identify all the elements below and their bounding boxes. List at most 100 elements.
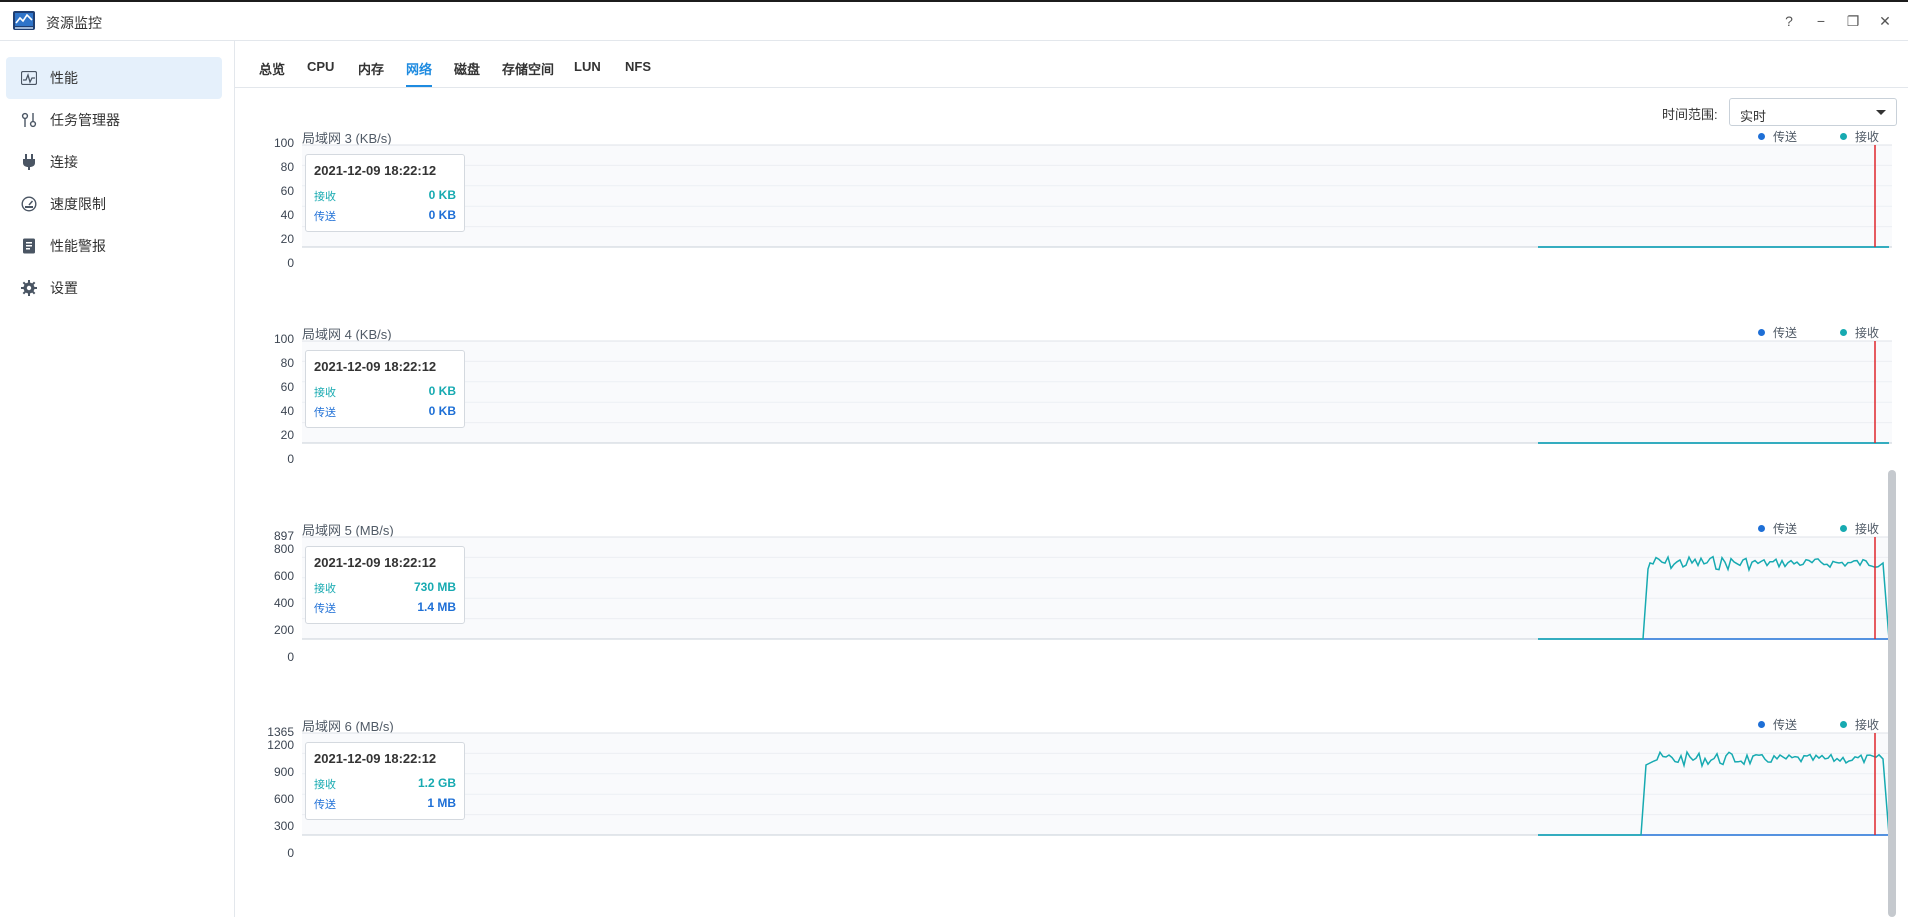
lan3-plot[interactable] [302,143,1892,265]
y-tick: 800 [273,542,294,556]
close-button[interactable]: ✕ [1876,12,1894,30]
tooltip-send-label: 传送 [314,211,336,223]
lan6-plot[interactable] [302,731,1892,853]
tooltip-send-value: 0 KB [428,208,456,222]
lan5-chart: 局域网 5 (MB/s) 传送 接收 897 800 600 400 200 0… [235,520,1895,716]
plot-area [302,145,1892,247]
y-tick: 80 [280,356,294,370]
performance-icon [20,69,38,87]
tooltip-send-label: 传送 [314,799,336,811]
tooltip-send-label: 传送 [314,407,336,419]
sidebar-item-label: 性能 [50,70,78,86]
y-tick: 0 [287,650,294,664]
gear-icon [20,279,38,297]
y-tick: 600 [273,569,294,583]
tooltip-recv-value: 1.2 GB [417,776,456,790]
vertical-scrollbar[interactable] [1888,470,1896,917]
tab-cpu[interactable]: CPU [307,59,334,74]
lan4-plot[interactable] [302,339,1892,461]
tooltip-recv-label: 接收 [314,583,336,595]
y-tick: 60 [280,380,294,394]
sidebar-item-performance[interactable]: 性能 [6,57,222,99]
tooltip-recv-value: 0 KB [428,188,456,202]
tooltip-time: 2021-12-09 18:22:12 [314,555,437,570]
minimize-button[interactable]: − [1812,12,1830,30]
tooltip-recv-label: 接收 [314,387,336,399]
sidebar-item-speed-limit[interactable]: 速度限制 [6,183,222,225]
time-range-label: 时间范围: [1662,107,1718,122]
receive-legend-dot [1840,133,1847,140]
tab-volume[interactable]: 存储空间 [502,59,554,78]
y-tick: 40 [280,208,294,222]
sidebar-item-label: 连接 [50,154,78,170]
y-tick: 200 [273,623,294,637]
chart-tooltip: 2021-12-09 18:22:12 接收 1.2 GB 传送 1 MB [305,742,465,820]
time-range-select[interactable]: 实时 [1729,98,1897,126]
y-tick: 0 [287,256,294,270]
send-legend-dot [1758,721,1765,728]
receive-legend-dot [1840,525,1847,532]
tab-disk[interactable]: 磁盘 [454,59,480,78]
help-button[interactable]: ? [1780,12,1798,30]
tooltip-send-value: 1.4 MB [417,600,456,614]
sidebar-item-settings[interactable]: 设置 [6,267,222,309]
tooltip-send-label: 传送 [314,603,336,615]
tooltip-send-value: 0 KB [428,404,456,418]
y-tick: 1200 [267,738,294,752]
y-max-label: 1365 [267,725,294,739]
receive-legend-dot [1840,329,1847,336]
y-tick: 600 [273,792,294,806]
y-tick: 400 [273,596,294,610]
chart-tooltip: 2021-12-09 18:22:12 接收 730 MB 传送 1.4 MB [305,546,465,624]
tab-memory[interactable]: 内存 [358,59,384,78]
y-tick: 0 [287,846,294,860]
receive-legend-dot [1840,721,1847,728]
tooltip-time: 2021-12-09 18:22:12 [314,163,437,178]
tab-bar: 总览 CPU 内存 网络 磁盘 存储空间 LUN NFS [235,41,1908,88]
plot-area [302,341,1892,443]
tab-network[interactable]: 网络 [406,59,432,78]
chart-tooltip: 2021-12-09 18:22:12 接收 0 KB 传送 0 KB [305,154,465,232]
y-tick: 100 [273,136,294,150]
restore-button[interactable]: ❐ [1844,12,1862,30]
send-legend-dot [1758,329,1765,336]
speed-limit-icon [20,195,38,213]
plot-area [302,733,1892,835]
sidebar-item-connections[interactable]: 连接 [6,141,222,183]
y-tick: 20 [280,428,294,442]
y-tick: 300 [273,819,294,833]
sidebar-item-performance-alerts[interactable]: 性能警报 [6,225,222,267]
send-legend-dot [1758,525,1765,532]
y-max-label: 897 [273,529,294,543]
y-tick: 40 [280,404,294,418]
tooltip-time: 2021-12-09 18:22:12 [314,751,437,766]
time-range-value: 实时 [1740,109,1767,124]
chevron-down-icon [1876,110,1886,115]
tooltip-recv-label: 接收 [314,779,336,791]
resource-monitor-app-icon [13,11,35,30]
lan5-plot[interactable] [302,535,1892,657]
tooltip-recv-value: 730 MB [413,580,456,594]
y-tick: 80 [280,160,294,174]
tooltip-send-value: 1 MB [427,796,456,810]
sidebar-item-label: 性能警报 [50,238,106,254]
send-legend-dot [1758,133,1765,140]
plug-icon [20,153,38,171]
y-tick: 20 [280,232,294,246]
sidebar-item-label: 设置 [50,280,78,296]
tab-overview[interactable]: 总览 [259,59,285,78]
lan3-chart: 局域网 3 (KB/s) 传送 接收 100 80 60 40 20 0 202… [235,128,1895,324]
tooltip-recv-label: 接收 [314,191,336,203]
plot-area [302,537,1892,639]
sidebar: 性能 任务管理器 连接 速度限制 性能警报 设置 [0,41,235,917]
title-bar: 资源监控 ? − ❐ ✕ [0,2,1908,41]
y-tick: 900 [273,765,294,779]
y-tick: 60 [280,184,294,198]
tab-lun[interactable]: LUN [574,59,601,74]
task-manager-icon [20,111,38,129]
tooltip-time: 2021-12-09 18:22:12 [314,359,437,374]
sidebar-item-label: 速度限制 [50,196,106,212]
tab-nfs[interactable]: NFS [625,59,651,74]
sidebar-item-task-manager[interactable]: 任务管理器 [6,99,222,141]
y-tick: 100 [273,332,294,346]
